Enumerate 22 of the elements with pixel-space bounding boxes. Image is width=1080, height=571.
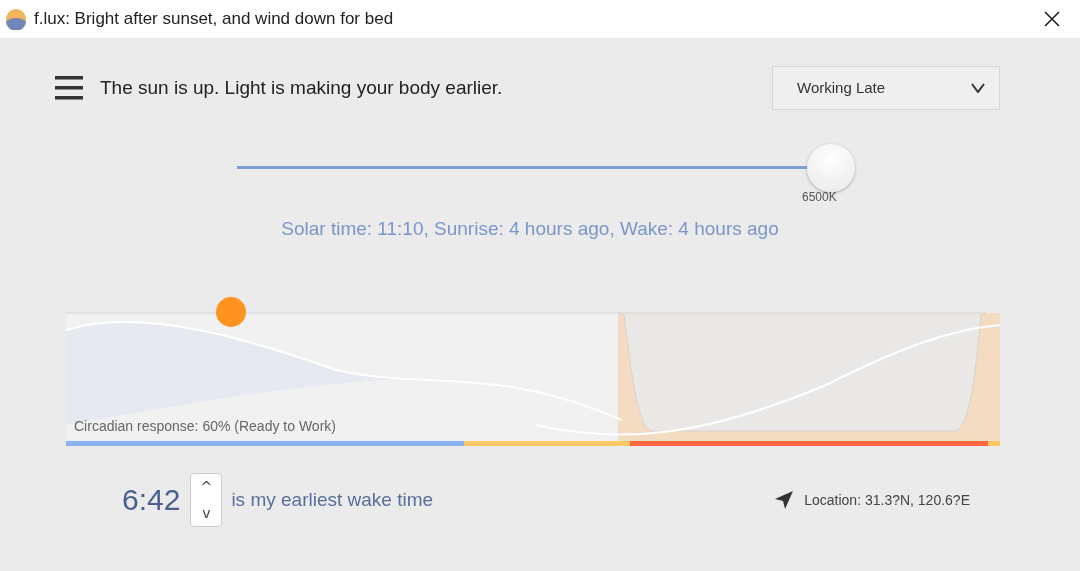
close-button[interactable] bbox=[1042, 9, 1062, 29]
location-text: Location: 31.3?N, 120.6?E bbox=[804, 492, 970, 508]
temperature-reading: 6500K bbox=[802, 190, 838, 204]
color-temperature-slider[interactable] bbox=[237, 142, 855, 192]
increment-button[interactable]: ^ bbox=[191, 474, 222, 500]
status-text: The sun is up. Light is making your body earlier. bbox=[100, 76, 504, 99]
chevron-down-icon bbox=[971, 82, 985, 93]
menu-icon[interactable] bbox=[55, 74, 83, 101]
wake-time-label: is my earliest wake time bbox=[231, 489, 435, 511]
window-title: f.lux: Bright after sunset, and wind down for bed bbox=[34, 9, 395, 29]
location-arrow-icon bbox=[774, 490, 795, 510]
morning-segment bbox=[988, 441, 1000, 446]
app-logo-icon bbox=[5, 8, 27, 30]
solar-info-text: Solar time: 11:10, Sunrise: 4 hours ago, Wake: 4 hours ago bbox=[280, 218, 780, 240]
circadian-response-text: Circadian response: 60% (Ready to Work) bbox=[74, 418, 336, 434]
mode-dropdown[interactable]: Working Late bbox=[772, 65, 1000, 110]
sun-marker[interactable] bbox=[216, 297, 246, 327]
time-stepper[interactable]: ^ v bbox=[190, 473, 223, 527]
wake-time: 6:42 bbox=[122, 483, 181, 517]
slider-thumb[interactable] bbox=[807, 144, 855, 192]
close-icon bbox=[1042, 9, 1062, 29]
decrement-button[interactable]: v bbox=[191, 500, 222, 526]
